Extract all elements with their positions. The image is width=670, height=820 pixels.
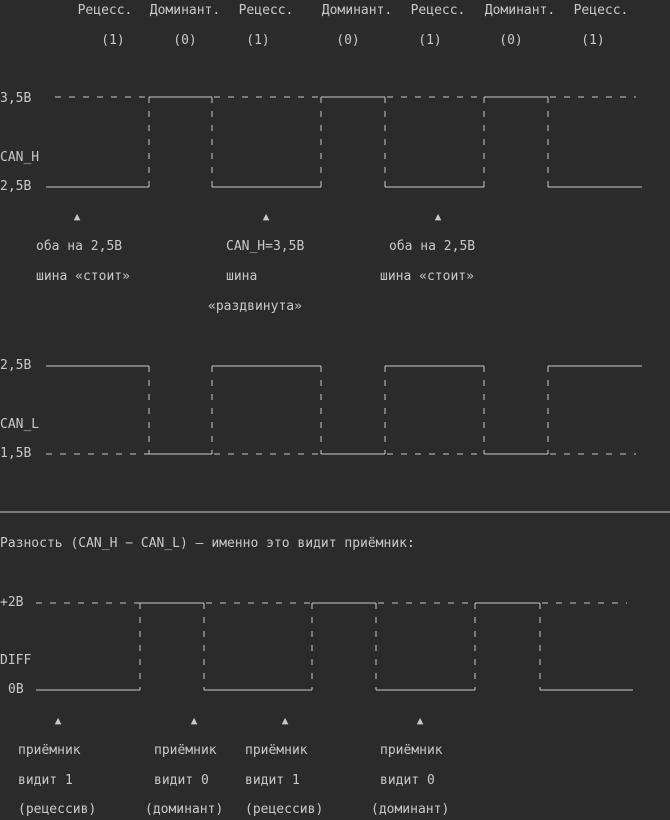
annotation-line: приёмник <box>380 743 443 758</box>
can-l-signal-label: CAN_L <box>0 417 40 432</box>
annotation-line: шина «стоит» <box>36 269 130 284</box>
annotation-line: видит 0 <box>154 773 209 788</box>
pointer-icon: ▲ <box>416 714 424 727</box>
annotation-line: шина «стоит» <box>380 269 474 284</box>
can-l-high-level-label: 2,5В <box>0 358 32 373</box>
state-label: Доминант. <box>321 3 393 18</box>
annotation-line: приёмник <box>154 743 217 758</box>
bit-value: (1) <box>418 33 442 48</box>
waveform-canvas <box>0 96 670 691</box>
annotation-line: (доминант) <box>371 802 450 817</box>
bit-value: (1) <box>246 33 270 48</box>
annotation-line: приёмник <box>18 743 81 758</box>
can-bus-diagram: Рецесс. Доминант. Рецесс. Доминант. Реце… <box>0 0 670 820</box>
pointer-icon: ▲ <box>73 210 81 223</box>
bit-value: (1) <box>581 33 605 48</box>
diff-high-level-label: +2В <box>0 595 24 610</box>
state-label: Рецесс. <box>410 3 466 18</box>
state-label: Рецесс. <box>238 3 294 18</box>
annotation-line: «раздвинута» <box>208 299 302 314</box>
state-label: Рецесс. <box>77 3 133 18</box>
bit-value: (0) <box>499 33 523 48</box>
annotation-line: оба на 2,5В <box>36 239 123 254</box>
diff-low-level-label: 0В <box>8 682 24 697</box>
pointer-icon: ▲ <box>54 714 62 727</box>
diff-caption: Разность (CAN_H − CAN_L) — именно это ви… <box>0 536 415 551</box>
diff-signal-label: DIFF <box>0 653 32 668</box>
can-h-high-level-label: 3,5В <box>0 91 32 106</box>
pointer-icon: ▲ <box>190 714 198 727</box>
annotation-line: приёмник <box>245 743 308 758</box>
annotation-line: видит 1 <box>18 773 73 788</box>
annotation-line: видит 0 <box>380 773 435 788</box>
can-h-low-level-label: 2,5В <box>0 179 32 194</box>
annotation-line: (рецессив) <box>18 802 97 817</box>
annotation-line: CAN_H=3,5В <box>226 239 305 254</box>
can-h-signal-label: CAN_H <box>0 150 40 165</box>
state-label: Доминант. <box>484 3 556 18</box>
bit-value: (0) <box>336 33 360 48</box>
pointer-icon: ▲ <box>281 714 289 727</box>
can-l-low-level-label: 1,5В <box>0 446 32 461</box>
bit-value: (0) <box>173 33 197 48</box>
bit-value: (1) <box>101 33 125 48</box>
pointer-icon: ▲ <box>262 210 270 223</box>
annotation-line: оба на 2,5В <box>389 239 476 254</box>
pointer-icon: ▲ <box>434 210 442 223</box>
annotation-line: (рецессив) <box>245 802 324 817</box>
state-label: Рецесс. <box>573 3 629 18</box>
annotation-line: видит 1 <box>245 773 300 788</box>
annotation-line: шина <box>226 269 258 284</box>
state-label: Доминант. <box>149 3 221 18</box>
annotation-line: (доминант) <box>145 802 224 817</box>
